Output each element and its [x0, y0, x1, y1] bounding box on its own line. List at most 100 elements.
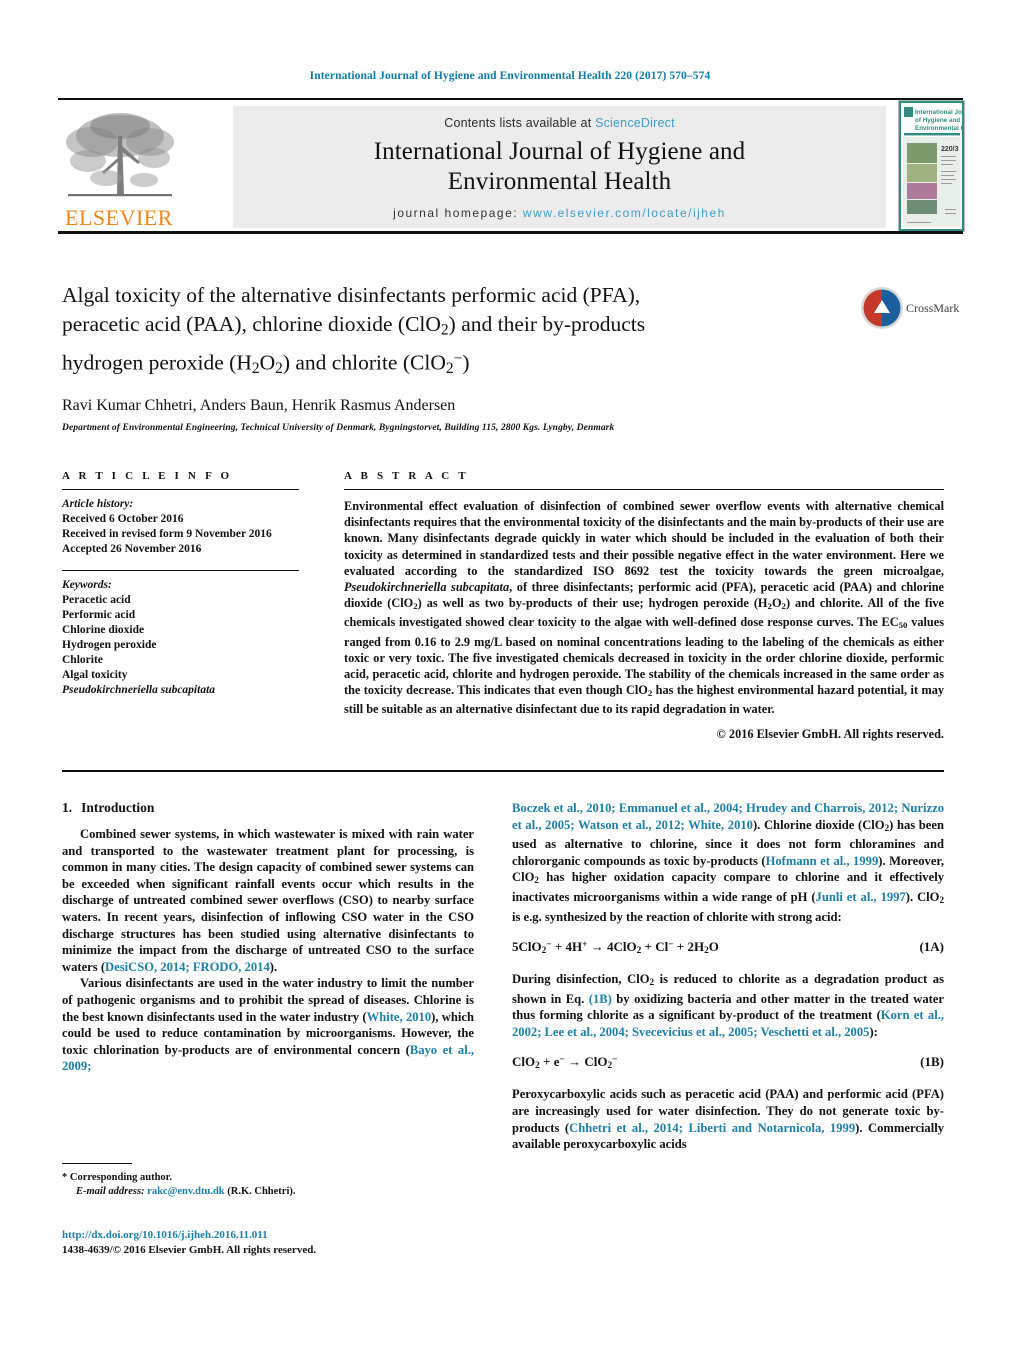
journal-homepage-line: journal homepage: www.elsevier.com/locat…: [233, 206, 886, 220]
keyword-item: Performic acid: [62, 609, 136, 621]
article-history: Article history: Received 6 October 2016…: [62, 497, 299, 557]
abstract-part-1: Environmental effect evaluation of disin…: [344, 499, 944, 578]
title-line-1: Algal toxicity of the alternative disinf…: [62, 283, 641, 307]
article-info-section: A R T I C L E I N F O Article history: R…: [62, 470, 299, 698]
masthead-bottom-rule: [58, 231, 963, 234]
intro-p1-end: ).: [269, 959, 278, 974]
journal-title-line2: Environmental Health: [447, 168, 672, 195]
issn-copyright-line: 1438-4639/© 2016 Elsevier GmbH. All righ…: [62, 1244, 317, 1256]
journal-title: International Journal of Hygiene and Env…: [233, 137, 886, 197]
email-label: E-mail address:: [76, 1186, 145, 1197]
citation-link[interactable]: Chhetri et al., 2014; Liberti and Notarn…: [569, 1121, 855, 1135]
equation-1a-number: (1A): [919, 939, 944, 955]
citation-link[interactable]: Hofmann et al., 1999: [766, 854, 879, 868]
title-line-3c: ) and chlorite (ClO: [282, 350, 446, 375]
title-line-3b: O: [259, 350, 276, 375]
title-line-2a: peracetic acid (PAA), chlorine dioxide (…: [62, 312, 441, 336]
crossmark-badge[interactable]: CrossMark: [860, 286, 959, 336]
abstract-rule: [344, 489, 944, 490]
right-cont-a: ). Chlorine dioxide (ClO: [752, 817, 885, 832]
citation-link[interactable]: DesiCSO, 2014; FRODO, 2014: [105, 960, 270, 974]
journal-title-line1: International Journal of Hygiene and: [373, 138, 746, 165]
intro-paragraph-1: Combined sewer systems, in which wastewa…: [62, 826, 474, 975]
body-column-right: Boczek et al., 2010; Emmanuel et al., 20…: [512, 800, 944, 1153]
crossmark-icon: [861, 287, 903, 329]
intro-paragraph-4: Peroxycarboxylic acids such as peracetic…: [512, 1086, 944, 1152]
crossmark-label: CrossMark: [906, 301, 960, 315]
sciencedirect-link[interactable]: ScienceDirect: [595, 116, 675, 130]
keyword-item: Chlorine dioxide: [62, 624, 145, 636]
abstract-heading: A B S T R A C T: [344, 470, 469, 482]
sub-clo2-3: 2: [939, 894, 944, 905]
title-sub-o2: 2: [275, 360, 283, 378]
svg-text:International Journal: International Journal: [915, 109, 964, 116]
title-sub-2: 2: [440, 321, 449, 339]
section-number: 1.: [62, 800, 73, 815]
article-history-label: Article history:: [62, 498, 134, 510]
history-received: Received 6 October 2016: [62, 513, 184, 525]
elsevier-tree-icon: [66, 113, 174, 197]
corresponding-author-line: * Corresponding author.: [62, 1171, 474, 1185]
journal-masthead: ELSEVIER Contents lists available at Sci…: [58, 98, 965, 234]
equation-1a: 5ClO2− + 4H+ → 4ClO2 + Cl− + 2H2O (1A): [512, 939, 944, 957]
equation-1a-body: 5ClO2− + 4H+ → 4ClO2 + Cl− + 2H2O: [512, 939, 719, 957]
equation-1b-body: ClO2 + e− → ClO2−: [512, 1054, 618, 1072]
email-line: E-mail address: rakc@env.dtu.dk (R.K. Ch…: [62, 1185, 474, 1199]
contents-lists-line: Contents lists available at ScienceDirec…: [233, 116, 886, 130]
footnote-text: * Corresponding author. E-mail address: …: [62, 1171, 474, 1199]
keywords-label: Keywords:: [62, 579, 112, 591]
affiliation: Department of Environmental Engineering,…: [62, 423, 615, 434]
author-names: Ravi Kumar Chhetri, Anders Baun, Henrik …: [62, 397, 456, 415]
homepage-url-link[interactable]: www.elsevier.com/locate/ijheh: [523, 206, 726, 220]
section-heading-introduction: 1. Introduction: [62, 800, 474, 816]
title-line-3d: ): [462, 350, 470, 375]
equation-link-1b[interactable]: (1B): [589, 992, 612, 1006]
keyword-species: Pseudokirchneriella subcapitata: [62, 684, 216, 696]
keyword-item: Peracetic acid: [62, 594, 131, 606]
body-column-left: 1. Introduction Combined sewer systems, i…: [62, 800, 474, 1075]
citation-link[interactable]: White, 2010: [367, 1010, 432, 1024]
equation-1b-number: (1B): [920, 1054, 944, 1070]
history-accepted: Accepted 26 November 2016: [62, 543, 202, 555]
article-info-rule: [62, 489, 299, 490]
svg-text:Environmental Health: Environmental Health: [915, 125, 964, 132]
right-p2-a: During disinfection, ClO: [512, 972, 650, 987]
intro-paragraph-3: During disinfection, ClO2 is reduced to …: [512, 971, 944, 1040]
masthead-top-rule: [58, 98, 963, 100]
equation-1b: ClO2 + e− → ClO2− (1B): [512, 1054, 944, 1072]
contents-prefix: Contents lists available at: [444, 116, 592, 130]
journal-banner: Contents lists available at ScienceDirec…: [233, 106, 886, 228]
article-page: International Journal of Hygiene and Env…: [0, 0, 1020, 1351]
footnote-rule: [62, 1163, 132, 1164]
abstract-copyright: © 2016 Elsevier GmbH. All rights reserve…: [716, 727, 944, 742]
title-line-2b: ) and their by-products: [448, 312, 646, 336]
homepage-prefix: journal homepage:: [393, 206, 519, 220]
cover-art-icon: International Journal of Hygiene and Env…: [899, 101, 964, 231]
author-list: Ravi Kumar Chhetri, Anders Baun, Henrik …: [62, 397, 852, 415]
section-title: Introduction: [81, 800, 155, 815]
abstract-part-4: O: [771, 596, 782, 611]
intro-paragraph-2: Various disinfectants are used in the wa…: [62, 975, 474, 1075]
title-line-3a: hydrogen peroxide (H: [62, 350, 252, 375]
intro-paragraph-2-continued: Boczek et al., 2010; Emmanuel et al., 20…: [512, 800, 944, 925]
history-revised: Received in revised form 9 November 2016: [62, 528, 272, 540]
right-cont-e: ). ClO: [905, 889, 940, 904]
abstract-text: Environmental effect evaluation of disin…: [344, 498, 944, 717]
title-sub-h2: 2: [251, 360, 260, 378]
keyword-item: Hydrogen peroxide: [62, 639, 157, 651]
title-sub-clo2: 2: [445, 360, 454, 378]
citation-link[interactable]: Junli et al., 1997: [816, 890, 906, 904]
running-head: International Journal of Hygiene and Env…: [309, 70, 711, 82]
elsevier-logo: ELSEVIER: [58, 106, 180, 230]
right-p2-d: ):: [869, 1024, 878, 1039]
corresponding-author-label: Corresponding author.: [69, 1172, 172, 1183]
email-link[interactable]: rakc@env.dtu.dk: [147, 1186, 224, 1197]
doi-block: http://dx.doi.org/10.1016/j.ijheh.2016.1…: [62, 1228, 474, 1258]
doi-link[interactable]: http://dx.doi.org/10.1016/j.ijheh.2016.1…: [62, 1228, 474, 1243]
footnote-star: *: [62, 1172, 68, 1183]
intro-p1-text: Combined sewer systems, in which wastewa…: [62, 827, 474, 974]
keywords-list: Keywords: Peracetic acid Performic acid …: [62, 578, 299, 698]
footnote-block: * Corresponding author. E-mail address: …: [62, 1163, 474, 1199]
elsevier-wordmark: ELSEVIER: [65, 205, 173, 230]
article-info-heading: A R T I C L E I N F O: [62, 470, 233, 482]
